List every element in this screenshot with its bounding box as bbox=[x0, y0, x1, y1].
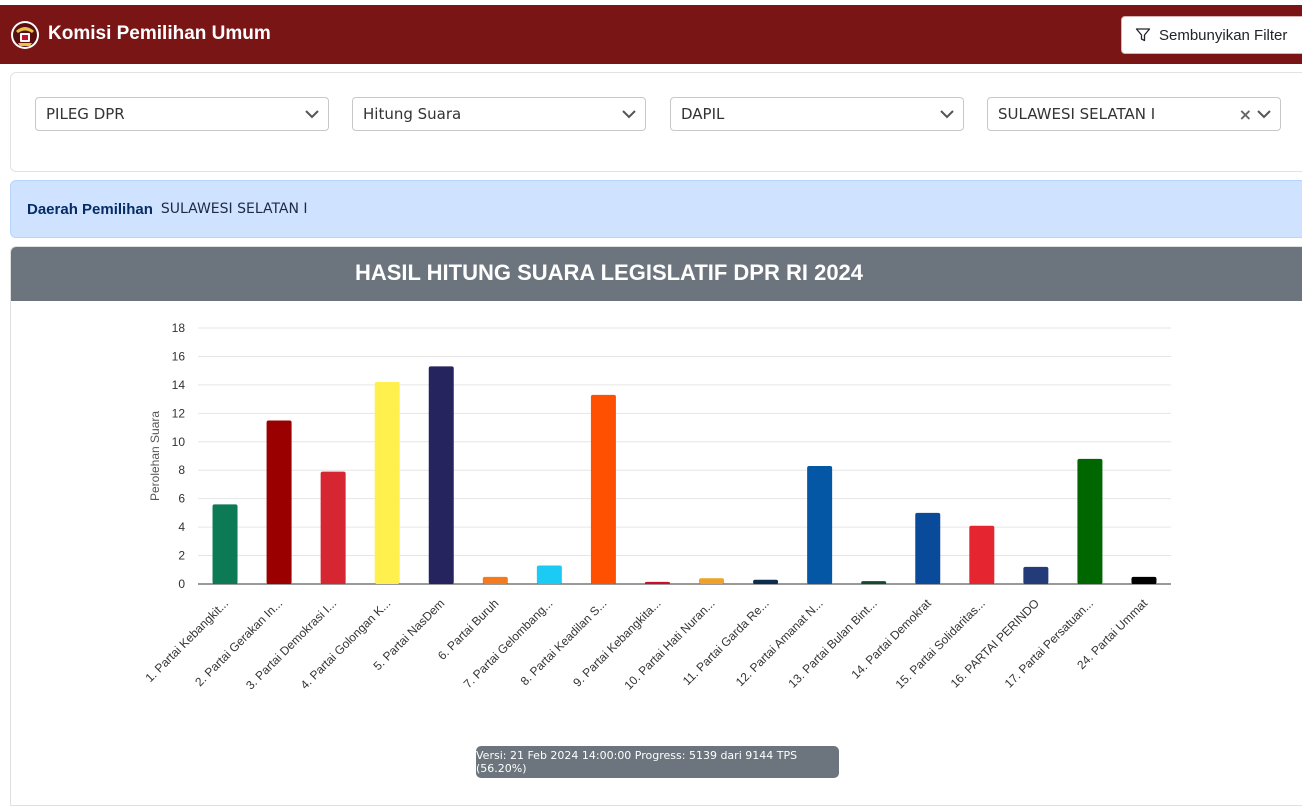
bar[interactable] bbox=[644, 581, 670, 584]
y-tick-label: 6 bbox=[178, 492, 185, 506]
hide-filter-label: Sembunyikan Filter bbox=[1159, 26, 1288, 44]
bar[interactable] bbox=[807, 465, 833, 584]
x-tick-label: 17. Partai Persatuan... bbox=[1002, 596, 1096, 690]
clear-icon[interactable]: × bbox=[1239, 105, 1252, 124]
hide-filter-button[interactable]: Sembunyikan Filter bbox=[1121, 16, 1302, 54]
bar[interactable] bbox=[861, 581, 887, 584]
y-tick-label: 12 bbox=[172, 406, 186, 420]
bar[interactable] bbox=[699, 578, 725, 584]
y-tick-label: 0 bbox=[178, 577, 185, 591]
bar[interactable] bbox=[374, 382, 400, 584]
region-level-value: DAPIL bbox=[681, 105, 725, 123]
chart-title: HASIL HITUNG SUARA LEGISLATIF DPR RI 202… bbox=[11, 247, 1302, 301]
bar[interactable] bbox=[969, 525, 995, 584]
y-tick-label: 4 bbox=[178, 520, 185, 534]
y-axis-label: Perolehan Suara bbox=[148, 411, 162, 501]
dapil-value: SULAWESI SELATAN I bbox=[998, 105, 1156, 123]
dapil-info-bar: Daerah Pemilihan SULAWESI SELATAN I bbox=[10, 180, 1302, 238]
bar[interactable] bbox=[1131, 576, 1157, 584]
x-tick-label: 7. Partai Gelombang... bbox=[461, 596, 556, 691]
bar[interactable] bbox=[1023, 566, 1049, 584]
bar[interactable] bbox=[590, 394, 616, 584]
bar[interactable] bbox=[482, 576, 508, 584]
x-tick-label: 9. Partai Kebangkita... bbox=[570, 596, 663, 689]
chevron-down-icon bbox=[1257, 110, 1271, 119]
bar[interactable] bbox=[428, 366, 454, 584]
bar[interactable] bbox=[753, 579, 779, 584]
kpu-garuda-logo-icon[interactable] bbox=[10, 19, 40, 51]
bar[interactable] bbox=[320, 471, 346, 584]
count-type-select[interactable]: Hitung Suara bbox=[352, 97, 646, 131]
chart-card: HASIL HITUNG SUARA LEGISLATIF DPR RI 202… bbox=[10, 246, 1302, 806]
brand-title[interactable]: Komisi Pemilihan Umum bbox=[48, 23, 271, 45]
election-type-value: PILEG DPR bbox=[46, 105, 125, 123]
x-tick-label: 4. Partai Golongan K... bbox=[298, 596, 394, 692]
filter-panel: PILEG DPR Hitung Suara DAPIL SULAWESI SE… bbox=[10, 72, 1302, 172]
navbar: Komisi Pemilihan Umum Sembunyikan Filter bbox=[0, 5, 1302, 64]
y-tick-label: 10 bbox=[172, 435, 186, 449]
region-level-select[interactable]: DAPIL bbox=[670, 97, 964, 131]
x-tick-label: 15. Partai Solidaritas... bbox=[893, 596, 988, 691]
bar[interactable] bbox=[536, 565, 562, 584]
bar[interactable] bbox=[212, 504, 238, 584]
x-tick-label: 13. Partai Bulan Bint... bbox=[785, 596, 879, 690]
dapil-info-value: SULAWESI SELATAN I bbox=[160, 201, 308, 217]
chevron-down-icon bbox=[622, 110, 636, 119]
y-tick-label: 18 bbox=[172, 321, 186, 335]
dapil-select[interactable]: SULAWESI SELATAN I × bbox=[987, 97, 1281, 131]
x-tick-label: 10. Partai Hati Nuran... bbox=[621, 596, 717, 692]
bar[interactable] bbox=[266, 420, 292, 584]
y-tick-label: 14 bbox=[172, 378, 186, 392]
x-tick-label: 3. Partai Demokrasi I... bbox=[243, 596, 339, 692]
bar[interactable] bbox=[915, 512, 941, 584]
chevron-down-icon bbox=[940, 110, 954, 119]
bar[interactable] bbox=[1077, 458, 1103, 584]
y-tick-label: 16 bbox=[172, 349, 186, 363]
x-tick-label: 16. PARTAI PERINDO bbox=[948, 596, 1042, 690]
y-tick-label: 8 bbox=[178, 463, 185, 477]
version-progress-badge: Versi: 21 Feb 2024 14:00:00 Progress: 51… bbox=[476, 746, 839, 778]
bar-chart: 024681012141618Perolehan Suara1. Partai … bbox=[142, 321, 1171, 692]
count-type-value: Hitung Suara bbox=[363, 105, 462, 123]
election-type-select[interactable]: PILEG DPR bbox=[35, 97, 329, 131]
funnel-icon bbox=[1135, 28, 1151, 42]
dapil-info-label: Daerah Pemilihan bbox=[27, 200, 153, 218]
y-tick-label: 2 bbox=[178, 549, 185, 563]
chevron-down-icon bbox=[305, 110, 319, 119]
